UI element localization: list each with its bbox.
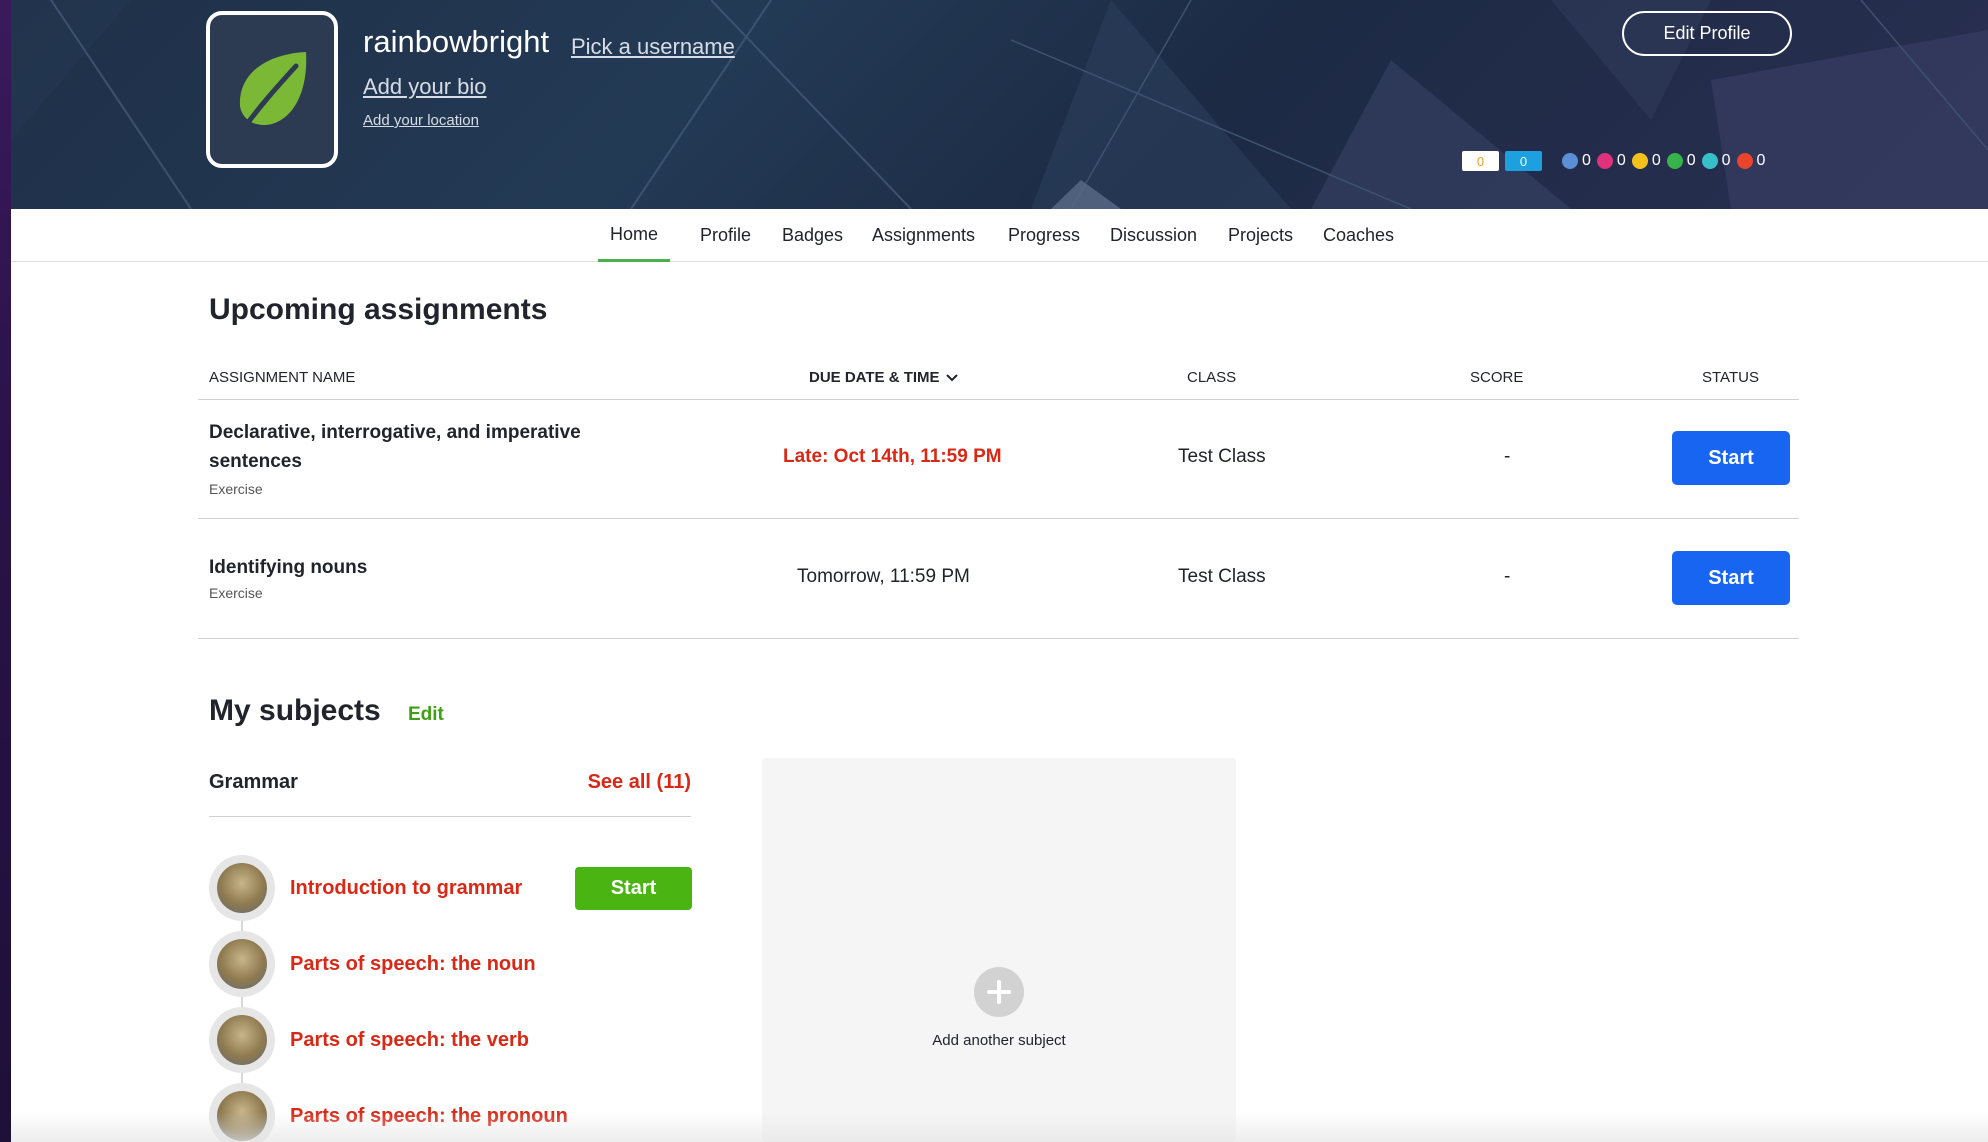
table-divider bbox=[198, 399, 1799, 400]
badge-count-item[interactable]: 0 bbox=[1562, 152, 1591, 170]
assignment-name-continued[interactable]: sentences bbox=[209, 447, 302, 476]
column-header-assignment-name: ASSIGNMENT NAME bbox=[209, 369, 356, 386]
assignment-name[interactable]: Identifying nouns bbox=[209, 553, 367, 582]
tab-coaches[interactable]: Coaches bbox=[1311, 209, 1406, 262]
tab-badges[interactable]: Badges bbox=[770, 209, 855, 262]
assignment-type: Exercise bbox=[209, 585, 263, 601]
profile-username: rainbowbright bbox=[363, 24, 550, 59]
pick-username-link[interactable]: Pick a username bbox=[571, 34, 735, 60]
add-bio-link[interactable]: Add your bio bbox=[363, 74, 487, 100]
earth-badge-icon bbox=[1631, 153, 1648, 169]
profile-stats: 0 0 0 0 0 0 0 0 bbox=[1462, 150, 1765, 172]
topic-link[interactable]: Introduction to grammar bbox=[290, 877, 522, 900]
badge-count-item[interactable]: 0 bbox=[1736, 152, 1765, 170]
see-all-link[interactable]: See all (11) bbox=[581, 771, 691, 794]
chevron-down-icon bbox=[945, 373, 958, 381]
profile-banner: rainbowbright Pick a username Add your b… bbox=[11, 0, 1988, 209]
profile-nav: Home Profile Badges Assignments Progress… bbox=[11, 209, 1988, 262]
points-badge: 0 bbox=[1505, 151, 1542, 171]
assignment-name[interactable]: Declarative, interrogative, and imperati… bbox=[209, 418, 581, 447]
leaf-icon bbox=[239, 51, 307, 130]
assignment-type: Exercise bbox=[209, 481, 263, 497]
assignment-score: - bbox=[1504, 566, 1511, 587]
badge-count-item[interactable]: 0 bbox=[1701, 152, 1731, 170]
bottom-shadow bbox=[11, 1112, 1988, 1142]
grammar-topic-icon bbox=[209, 931, 275, 997]
badge-count-item[interactable]: 0 bbox=[1631, 152, 1661, 170]
list-item[interactable]: Introduction to grammar bbox=[209, 855, 522, 921]
badge-count-item[interactable]: 0 bbox=[1666, 152, 1696, 170]
my-subjects-heading: My subjects bbox=[209, 694, 381, 727]
column-header-class: CLASS bbox=[1187, 369, 1237, 386]
tab-assignments[interactable]: Assignments bbox=[860, 209, 987, 262]
tab-progress[interactable]: Progress bbox=[996, 209, 1092, 262]
column-header-status: STATUS bbox=[1702, 369, 1759, 386]
assignment-class: Test Class bbox=[1178, 446, 1266, 467]
grammar-topic-icon bbox=[209, 1007, 275, 1073]
grammar-topic-icon bbox=[209, 855, 275, 921]
energy-points-badge: 0 bbox=[1462, 151, 1499, 171]
topic-link[interactable]: Parts of speech: the verb bbox=[290, 1029, 529, 1052]
start-assignment-button[interactable]: Start bbox=[1672, 431, 1790, 485]
add-location-link[interactable]: Add your location bbox=[363, 112, 479, 129]
app-window: rainbowbright Pick a username Add your b… bbox=[11, 0, 1988, 1142]
start-assignment-button[interactable]: Start bbox=[1672, 551, 1790, 605]
column-header-due-date[interactable]: DUE DATE & TIME bbox=[809, 369, 958, 386]
tab-projects[interactable]: Projects bbox=[1216, 209, 1305, 262]
badge-count-item[interactable]: 0 bbox=[1596, 152, 1626, 170]
add-subject-label: Add another subject bbox=[932, 1032, 1066, 1049]
challenge-patch-icon bbox=[1736, 153, 1753, 169]
table-divider bbox=[198, 638, 1799, 639]
tab-profile[interactable]: Profile bbox=[688, 209, 763, 262]
avatar[interactable] bbox=[206, 11, 338, 168]
list-item[interactable]: Parts of speech: the verb bbox=[209, 1007, 529, 1073]
black-hole-badge-icon bbox=[1701, 153, 1718, 169]
tab-home[interactable]: Home bbox=[598, 209, 671, 262]
subject-divider bbox=[209, 816, 691, 817]
assignment-due-date: Tomorrow, 11:59 PM bbox=[797, 566, 970, 587]
meteorite-badge-icon bbox=[1562, 153, 1578, 169]
topic-link[interactable]: Parts of speech: the noun bbox=[290, 953, 536, 976]
moon-badge-icon bbox=[1596, 153, 1613, 169]
subject-title[interactable]: Grammar bbox=[209, 771, 298, 794]
sun-badge-icon bbox=[1666, 153, 1683, 169]
table-divider bbox=[198, 518, 1799, 519]
start-subject-button[interactable]: Start bbox=[575, 867, 692, 910]
assignment-class: Test Class bbox=[1178, 566, 1266, 587]
plus-icon bbox=[974, 967, 1024, 1017]
tab-discussion[interactable]: Discussion bbox=[1098, 209, 1209, 262]
edit-subjects-link[interactable]: Edit bbox=[408, 704, 444, 726]
list-item[interactable]: Parts of speech: the noun bbox=[209, 931, 536, 997]
add-subject-card[interactable]: Add another subject bbox=[762, 758, 1236, 1142]
assignment-due-date: Late: Oct 14th, 11:59 PM bbox=[783, 446, 1002, 467]
upcoming-assignments-heading: Upcoming assignments bbox=[209, 293, 548, 326]
column-header-score: SCORE bbox=[1470, 369, 1524, 386]
assignment-score: - bbox=[1504, 446, 1511, 467]
edit-profile-button[interactable]: Edit Profile bbox=[1622, 11, 1792, 56]
